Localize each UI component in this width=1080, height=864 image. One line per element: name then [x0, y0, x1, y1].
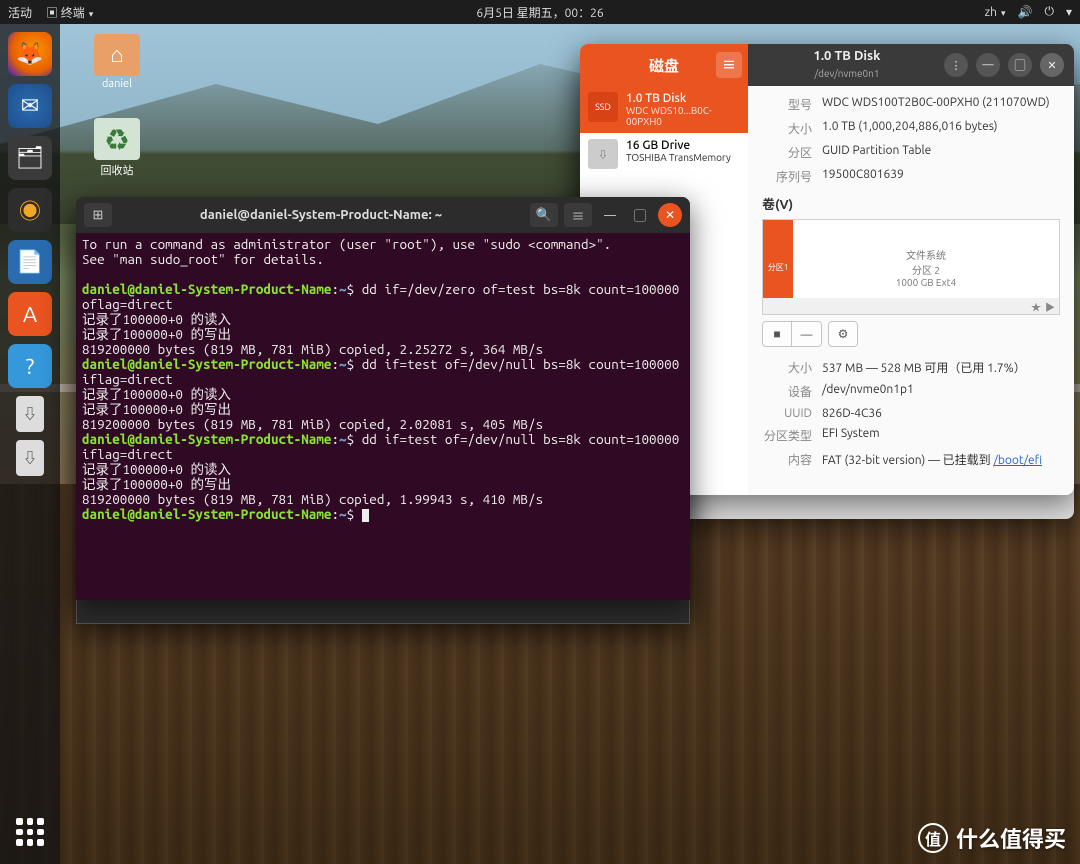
- dock-removable-drive-2[interactable]: ⇩: [16, 440, 44, 476]
- partitioning-value: GUID Partition Table: [822, 144, 931, 161]
- disks-app-title: 磁盘 ≡: [580, 44, 748, 86]
- dock-ubuntu-software[interactable]: A: [8, 292, 52, 336]
- volume-layout: 分区1 文件系统 分区 2 1000 GB Ext4 ★ ▶: [762, 219, 1060, 315]
- ssd-icon: SSD: [588, 92, 618, 122]
- vol-content-value: FAT (32-bit version) — 已挂载到 /boot/efi: [822, 451, 1042, 468]
- terminal-window: ⊞ daniel@daniel-System-Product-Name: ~ 🔍…: [76, 197, 690, 600]
- hamburger-menu-button[interactable]: ≡: [564, 203, 592, 227]
- minimize-button[interactable]: —: [598, 203, 622, 227]
- power-icon[interactable]: ⏻: [1044, 5, 1054, 19]
- serial-value: 19500C801639: [822, 168, 904, 185]
- usb-drive-icon: ⇩: [588, 139, 618, 169]
- selected-disk-title: 1.0 TB Disk /dev/nvme0n1: [758, 49, 936, 81]
- close-button[interactable]: ✕: [658, 203, 682, 227]
- desktop-home-folder[interactable]: ⌂ daniel: [82, 34, 152, 90]
- top-bar: 活动 ▣ 终端 6月5日 星期五，00：26 zh 🔊 ⏻ ▾: [0, 0, 1080, 24]
- disks-titlebar[interactable]: 磁盘 ≡ 1.0 TB Disk /dev/nvme0n1 ⋮ — ▢ ✕: [580, 44, 1074, 86]
- new-tab-button[interactable]: ⊞: [84, 203, 112, 227]
- volume-icon[interactable]: 🔊: [1018, 5, 1033, 19]
- close-button[interactable]: ✕: [1040, 53, 1064, 77]
- delete-partition-button[interactable]: —: [792, 321, 822, 347]
- maximize-button[interactable]: ▢: [628, 203, 652, 227]
- watermark: 值 什么值得买: [918, 822, 1066, 854]
- drive-item-ssd[interactable]: SSD 1.0 TB DiskWDC WDS10...B0C-00PXH0: [580, 86, 748, 133]
- drive-menu-button[interactable]: ⋮: [944, 53, 968, 77]
- search-button[interactable]: 🔍: [530, 203, 558, 227]
- mount-point-link[interactable]: /boot/efi: [993, 454, 1042, 467]
- vol-uuid-value: 826D-4C36: [822, 407, 882, 420]
- clock[interactable]: 6月5日 星期五，00：26: [476, 4, 603, 21]
- dock: 🦊 ✉ 🗂 ◉ 📄 A ? >_ ◓ ⇩ ⇩: [0, 24, 60, 864]
- vol-device-value: /dev/nvme0n1p1: [822, 383, 914, 400]
- home-folder-icon: ⌂: [94, 34, 140, 76]
- vol-ptype-value: EFI System: [822, 427, 880, 444]
- activities-button[interactable]: 活动: [8, 4, 32, 21]
- disk-details-pane: 型号WDC WDS100T2B0C-00PXH0 (211070WD) 大小1.…: [748, 86, 1074, 495]
- dock-files[interactable]: 🗂: [8, 136, 52, 180]
- maximize-button[interactable]: ▢: [1008, 53, 1032, 77]
- model-value: WDC WDS100T2B0C-00PXH0 (211070WD): [822, 96, 1050, 113]
- desktop-icon-label: daniel: [82, 78, 152, 90]
- volume-settings-button[interactable]: ⚙: [828, 321, 858, 347]
- dock-removable-drive-1[interactable]: ⇩: [16, 396, 44, 432]
- star-icon[interactable]: ★: [1031, 299, 1041, 314]
- dock-libreoffice-writer[interactable]: 📄: [8, 240, 52, 284]
- current-app-menu[interactable]: ▣ 终端: [46, 4, 93, 21]
- app-menu-button[interactable]: ≡: [716, 52, 742, 78]
- show-applications-button[interactable]: [10, 812, 50, 852]
- dock-thunderbird[interactable]: ✉: [8, 84, 52, 128]
- play-icon[interactable]: ▶: [1045, 299, 1055, 314]
- minimize-button[interactable]: —: [976, 53, 1000, 77]
- vol-size-value: 537 MB — 528 MB 可用（已用 1.7%）: [822, 359, 1026, 376]
- volume-toolbar: ■ — ⚙: [762, 321, 1060, 347]
- unmount-button[interactable]: ■: [762, 321, 792, 347]
- volume-nav: ★ ▶: [763, 298, 1059, 314]
- input-method-indicator[interactable]: zh: [985, 6, 1006, 19]
- watermark-icon: 值: [918, 823, 948, 853]
- desktop-trash[interactable]: ♻ 回收站: [82, 118, 152, 178]
- system-menu-chevron-icon[interactable]: ▾: [1066, 5, 1072, 19]
- desktop-icon-label: 回收站: [82, 162, 152, 178]
- terminal-titlebar[interactable]: ⊞ daniel@daniel-System-Product-Name: ~ 🔍…: [76, 197, 690, 233]
- cursor: [362, 509, 369, 522]
- drive-item-usb[interactable]: ⇩ 16 GB DriveTOSHIBA TransMemory: [580, 133, 748, 175]
- volumes-heading: 卷(V): [762, 194, 1060, 213]
- trash-icon: ♻: [94, 118, 140, 160]
- window-title: daniel@daniel-System-Product-Name: ~: [118, 208, 524, 222]
- dock-firefox[interactable]: 🦊: [8, 32, 52, 76]
- dock-help[interactable]: ?: [8, 344, 52, 388]
- dock-rhythmbox[interactable]: ◉: [8, 188, 52, 232]
- size-value: 1.0 TB (1,000,204,886,016 bytes): [822, 120, 998, 137]
- terminal-output[interactable]: To run a command as administrator (user …: [76, 233, 690, 600]
